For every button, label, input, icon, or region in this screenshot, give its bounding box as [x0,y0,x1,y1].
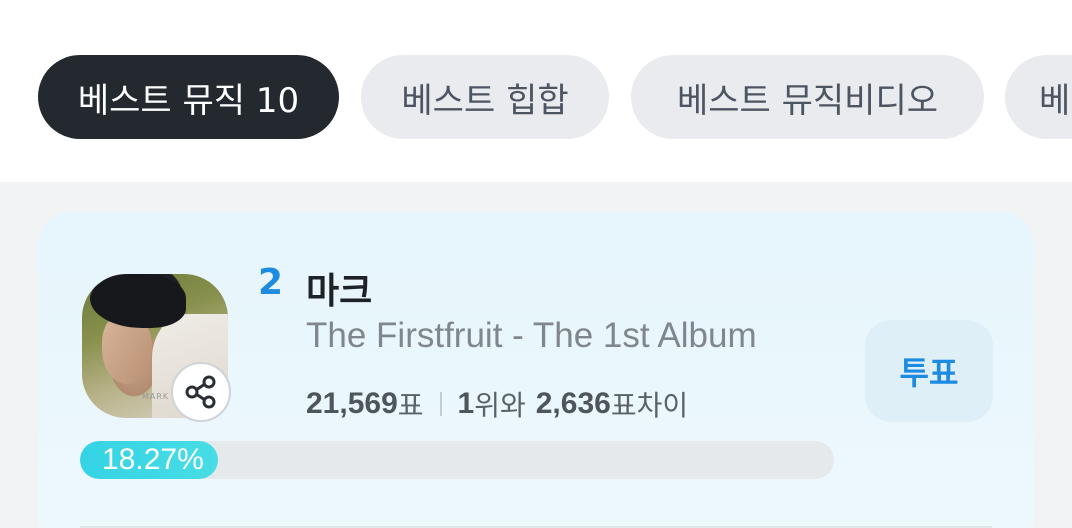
album-title: The Firstfruit - The 1st Album [306,316,757,355]
artist-name[interactable]: 마크 [306,262,372,314]
tab-best-music-video[interactable]: 베스트 뮤직비디오 [631,55,984,139]
vote-gap: 2,636 [535,387,611,420]
share-button[interactable] [171,362,231,422]
vote-stats: 21,569 표 1 위와 2,636 표차이 [306,384,688,424]
thumbnail-watermark: MARK [142,392,170,401]
rank-number: 2 [258,262,284,303]
vote-count: 21,569 [306,387,398,420]
vote-button[interactable]: 투표 [865,320,993,422]
ranking-card: MARK 2 마크 The Firstfruit - The 1st Album… [38,212,1034,528]
tab-partial[interactable]: 베 [1005,55,1072,139]
vote-share-bar: 18.27% [80,441,834,479]
vote-gap-suffix: 표차이 [610,389,689,422]
share-icon [185,375,216,409]
lead-rank: 1 [457,387,475,420]
thumbnail-hair [90,274,186,328]
category-tabs: 베스트 뮤직 10 베스트 힙합 베스트 뮤직비디오 베 [0,0,1072,182]
vote-share-label: 18.27% [102,443,204,476]
vote-unit: 표 [397,389,424,422]
lead-rank-suffix: 위와 [474,389,526,422]
tab-best-music-10[interactable]: 베스트 뮤직 10 [38,55,339,139]
page: 베스트 뮤직 10 베스트 힙합 베스트 뮤직비디오 베 MARK 2 마크 T… [0,0,1072,528]
ranking-list: MARK 2 마크 The Firstfruit - The 1st Album… [0,182,1072,528]
tab-best-hiphop[interactable]: 베스트 힙합 [361,55,609,139]
stats-divider [439,392,442,416]
